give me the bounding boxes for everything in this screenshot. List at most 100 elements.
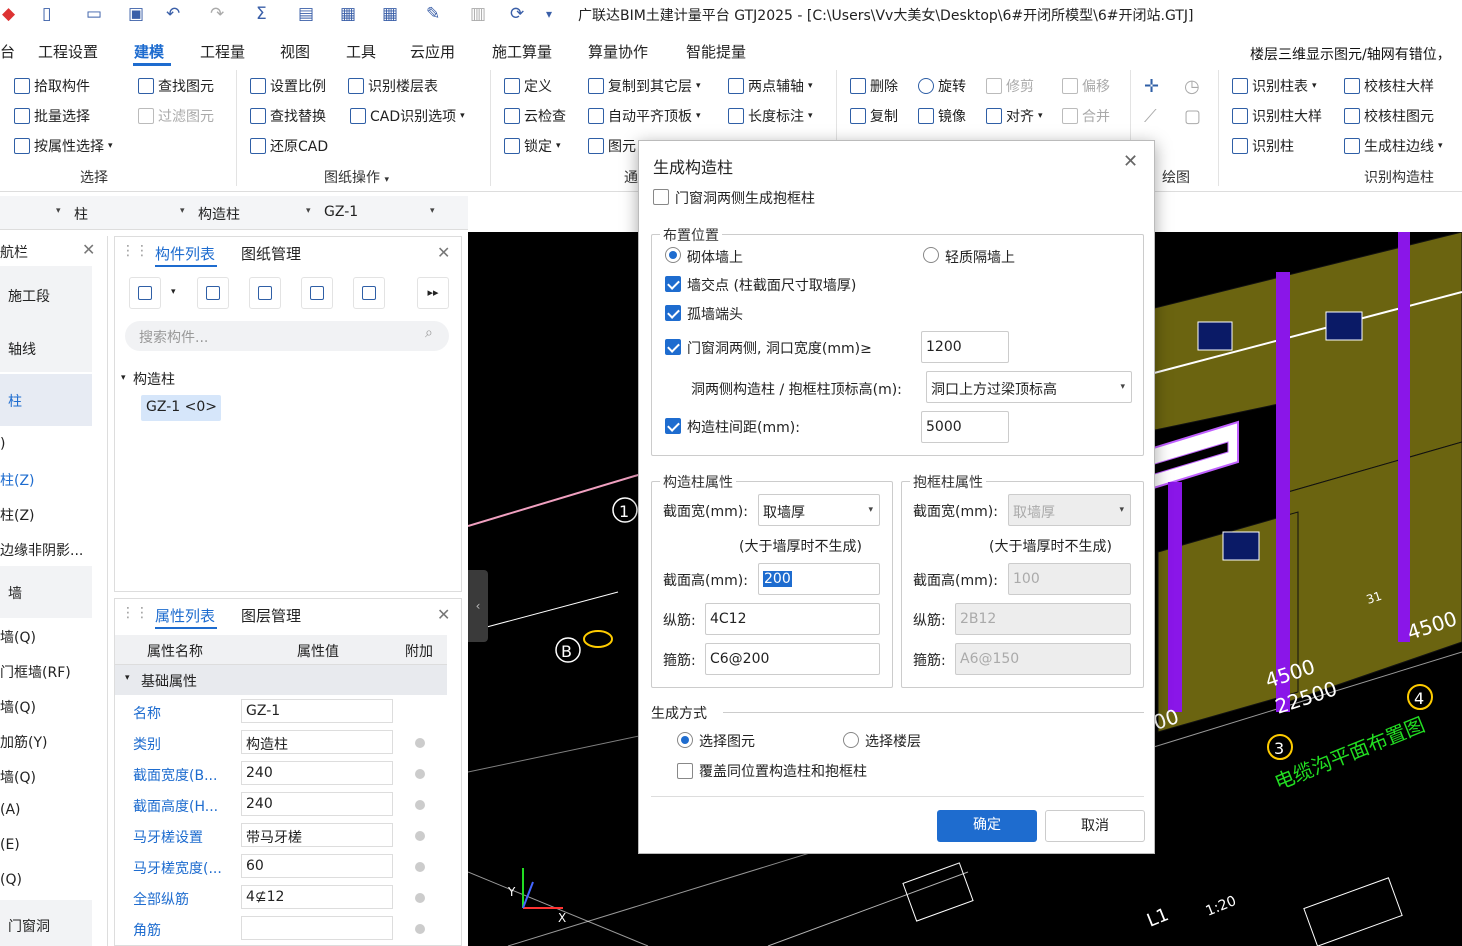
tab-layer-management[interactable]: 图层管理 (241, 605, 301, 626)
menu-item-start[interactable]: 台 (0, 41, 15, 62)
chevron-down-icon[interactable]: ▾ (171, 287, 176, 297)
extra-checkbox[interactable] (415, 800, 425, 810)
gz-width-select[interactable]: 取墙厚 ▾ (758, 494, 880, 526)
copy-to-other-floor-button[interactable]: 复制到其它层 ▾ (588, 76, 701, 96)
nav-subitem[interactable]: 加筋(Y) (0, 732, 47, 752)
nav-item-wall[interactable]: 墙 (8, 583, 22, 603)
search-icon[interactable]: ⌕ (425, 325, 433, 341)
frame-height-input[interactable]: 100 (1008, 563, 1131, 595)
frame-width-select[interactable]: 取墙厚 ▾ (1008, 494, 1131, 526)
delete-button[interactable]: 删除 (850, 76, 898, 96)
edit-icon[interactable]: ✎ (426, 4, 440, 24)
line-draw-icon[interactable]: ⟋ (1144, 106, 1157, 127)
close-icon[interactable]: ✕ (437, 243, 450, 262)
search-input[interactable]: 搜索构件... ⌕ (125, 321, 449, 351)
nav-subitem[interactable]: (E) (0, 837, 20, 853)
category-select[interactable]: 柱 (74, 204, 88, 224)
length-dimension-button[interactable]: 长度标注 ▾ (728, 106, 813, 126)
type-select[interactable]: 构造柱 (198, 204, 240, 224)
cloud-check-button[interactable]: 云检查 (504, 106, 566, 126)
menu-item-construction[interactable]: 施工算量 (492, 41, 552, 62)
delete-component-button[interactable] (249, 277, 281, 309)
chevron-down-icon[interactable]: ▾ (306, 206, 311, 216)
filter-element-button[interactable]: 过滤图元 (138, 106, 214, 126)
nav-item-column[interactable]: 柱 (8, 391, 22, 411)
two-point-axis-button[interactable]: 两点辅轴 ▾ (728, 76, 813, 96)
menu-item-modeling[interactable]: 建模 (134, 41, 164, 62)
drag-handle-icon[interactable]: ⋮⋮ (121, 243, 149, 259)
select-floors-radio[interactable] (843, 732, 859, 748)
nav-subitem[interactable]: 门框墙(RF) (0, 662, 71, 682)
door-window-frame-checkbox[interactable] (653, 189, 669, 205)
nav-subitem[interactable]: ) (0, 436, 5, 452)
close-icon[interactable]: ✕ (437, 605, 450, 624)
find-element-button[interactable]: 查找图元 (138, 76, 214, 96)
extra-checkbox[interactable] (415, 893, 425, 903)
close-icon[interactable]: ✕ (1123, 151, 1138, 172)
property-value-field[interactable]: 60 (241, 854, 393, 878)
nav-item-door-window[interactable]: 门窗洞 (8, 916, 50, 936)
auto-align-slab-button[interactable]: 自动平齐顶板 ▾ (588, 106, 701, 126)
extra-checkbox[interactable] (415, 769, 425, 779)
customize-icon[interactable]: ▾ (546, 4, 552, 24)
expand-icon[interactable]: ▾ (121, 373, 126, 383)
undo-icon[interactable]: ↶ (166, 4, 180, 24)
frame-long-bar-input[interactable]: 2B12 (955, 603, 1131, 635)
more-tools-button[interactable]: ▸▸ (417, 277, 449, 309)
component-select[interactable]: GZ-1 (324, 204, 358, 220)
property-value-field[interactable]: 4⊈12 (241, 885, 393, 909)
tree-root[interactable]: 构造柱 (133, 369, 175, 389)
wall-intersection-checkbox[interactable] (665, 276, 681, 292)
gz-height-input[interactable]: 200 (758, 563, 880, 595)
point-draw-icon[interactable]: ✛ (1144, 76, 1159, 97)
grid-icon[interactable]: ▦ (382, 4, 398, 24)
align-button[interactable]: 对齐 ▾ (986, 106, 1043, 126)
property-value-field[interactable]: 带马牙槎 (241, 823, 393, 847)
frame-stirrup-input[interactable]: A6@150 (955, 643, 1131, 675)
spacing-checkbox[interactable] (665, 418, 681, 434)
rotate-button[interactable]: 旋转 (918, 76, 966, 96)
check-column-element-button[interactable]: 校核柱图元 (1344, 106, 1434, 126)
recognize-floor-table-button[interactable]: 识别楼层表 (348, 76, 438, 96)
masonry-wall-radio[interactable] (665, 247, 681, 263)
check-column-detail-button[interactable]: 校核柱大样 (1344, 76, 1434, 96)
layout-icon[interactable]: ▥ (470, 4, 486, 24)
report-icon[interactable]: ▤ (298, 4, 314, 24)
define-button[interactable]: 定义 (504, 76, 552, 96)
cancel-button[interactable]: 取消 (1045, 810, 1145, 842)
new-file-icon[interactable]: ▯ (42, 4, 51, 24)
nav-subitem[interactable]: 墙(Q) (0, 767, 36, 787)
lock-button[interactable]: 锁定 ▾ (504, 136, 561, 156)
property-value-field[interactable]: GZ-1 (241, 699, 393, 723)
component-layer-button[interactable] (353, 277, 385, 309)
chevron-down-icon[interactable]: ▾ (180, 206, 185, 216)
set-scale-button[interactable]: 设置比例 (250, 76, 326, 96)
select-elements-radio[interactable] (677, 732, 693, 748)
mirror-button[interactable]: 镜像 (918, 106, 966, 126)
sync-icon[interactable]: ⟳ (510, 4, 524, 24)
nav-item-construction-section[interactable]: 施工段 (8, 286, 50, 306)
property-value-field[interactable]: 构造柱 (241, 730, 393, 754)
duplicate-component-button[interactable] (301, 277, 333, 309)
copy-component-button[interactable] (197, 277, 229, 309)
save-icon[interactable]: ▣ (128, 4, 144, 24)
extra-checkbox[interactable] (415, 831, 425, 841)
opening-sides-checkbox[interactable] (665, 339, 681, 355)
menu-item-view[interactable]: 视图 (280, 41, 310, 62)
merge-button[interactable]: 合并 (1062, 106, 1110, 126)
menu-item-collaboration[interactable]: 算量协作 (588, 41, 648, 62)
pick-component-button[interactable]: 拾取构件 (14, 76, 90, 96)
menu-item-smart-extract[interactable]: 智能提量 (686, 41, 746, 62)
chevron-down-icon[interactable]: ▾ (56, 206, 61, 216)
property-value-field[interactable]: 240 (241, 792, 393, 816)
menu-item-tools[interactable]: 工具 (346, 41, 376, 62)
ok-button[interactable]: 确定 (937, 810, 1037, 842)
menu-item-cloud[interactable]: 云应用 (410, 41, 455, 62)
sum-icon[interactable]: Σ (256, 4, 267, 24)
recognize-column-button[interactable]: 识别柱 (1232, 136, 1294, 156)
opening-width-input[interactable]: 1200 (921, 331, 1009, 363)
recognize-column-detail-button[interactable]: 识别柱大样 (1232, 106, 1322, 126)
offset-button[interactable]: 偏移 (1062, 76, 1110, 96)
close-icon[interactable]: ✕ (82, 240, 95, 259)
property-value-field[interactable]: 240 (241, 761, 393, 785)
